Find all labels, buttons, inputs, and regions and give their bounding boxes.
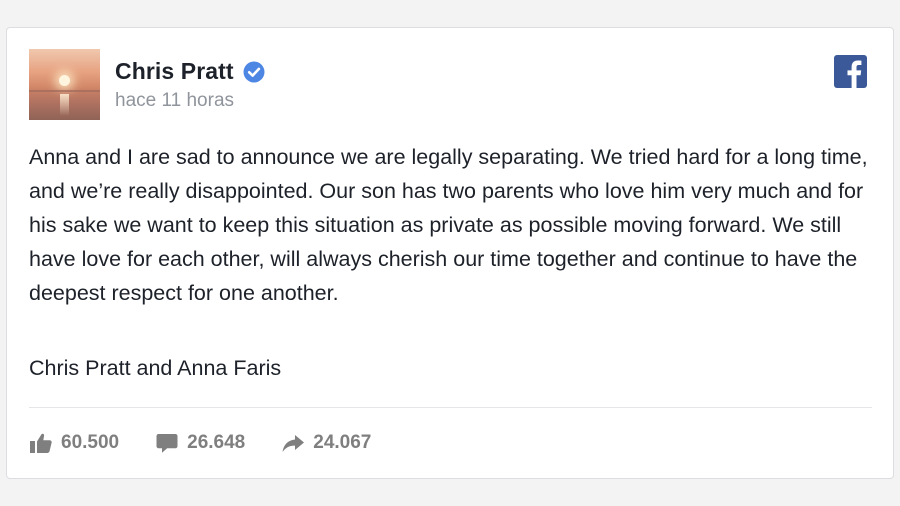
- shares-count: 24.067: [313, 432, 372, 453]
- facebook-logo-icon[interactable]: [834, 55, 867, 88]
- comments-stat[interactable]: 26.648: [155, 431, 245, 455]
- shares-stat[interactable]: 24.067: [281, 431, 371, 455]
- comments-count: 26.648: [187, 432, 246, 453]
- post-timestamp[interactable]: hace 11 horas: [115, 90, 234, 112]
- avatar-sun: [59, 75, 70, 86]
- post-body: Anna and I are sad to announce we are le…: [29, 145, 868, 305]
- comment-bubble-icon: [155, 431, 179, 455]
- avatar-reflection: [60, 94, 69, 116]
- likes-stat[interactable]: 60.500: [29, 431, 119, 455]
- post-card: Chris Pratt hace 11 horas Anna and I are…: [6, 27, 894, 479]
- post-signature: Chris Pratt and Anna Faris: [29, 356, 282, 380]
- share-arrow-icon: [281, 431, 305, 455]
- avatar-horizon: [29, 90, 100, 92]
- author-name[interactable]: Chris Pratt: [115, 58, 234, 85]
- likes-count: 60.500: [61, 432, 120, 453]
- verified-badge-icon: [243, 61, 265, 83]
- divider: [29, 407, 872, 408]
- post-author: Chris Pratt: [115, 58, 265, 85]
- thumbs-up-icon: [29, 431, 53, 455]
- post-stats: 60.500 26.648 24.067: [29, 428, 407, 458]
- avatar[interactable]: [29, 49, 100, 120]
